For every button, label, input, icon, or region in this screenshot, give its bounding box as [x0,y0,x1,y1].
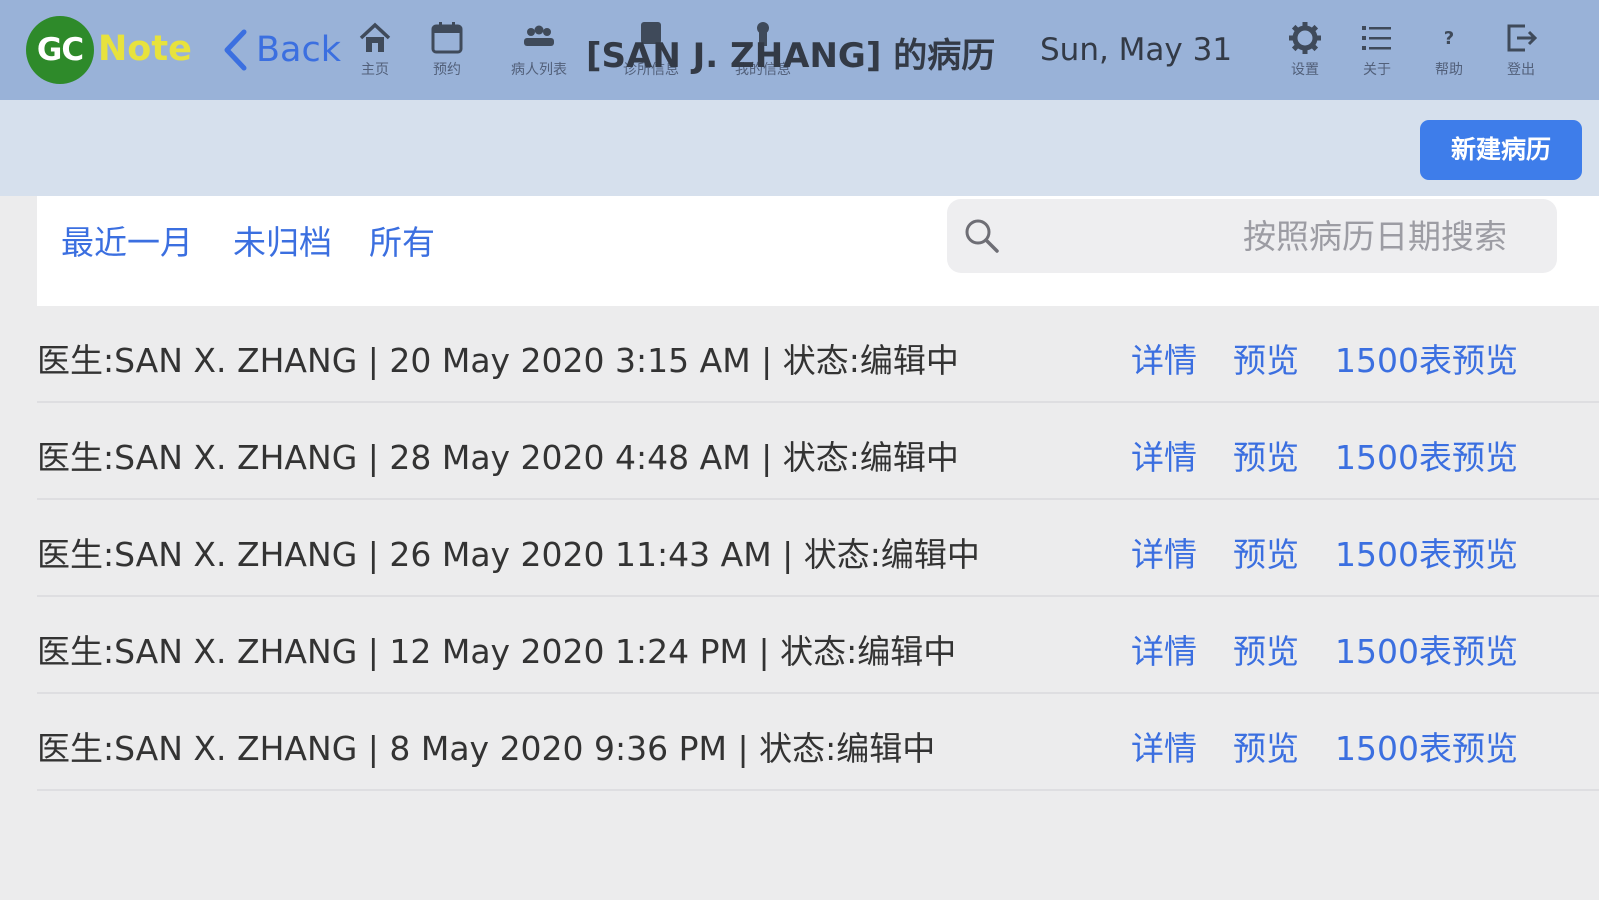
details-link[interactable]: 详情 [1131,431,1197,479]
form-1500-preview-link[interactable]: 1500表预览 [1335,334,1518,382]
help-icon: ? [1444,28,1454,49]
calendar-icon [431,22,463,54]
record-summary: 医生:SAN X. ZHANG | 20 May 2020 3:15 AM | … [37,341,959,380]
details-link[interactable]: 详情 [1131,625,1197,673]
record-row: 医生:SAN X. ZHANG | 26 May 2020 11:43 AM |… [37,500,1599,597]
record-summary: 医生:SAN X. ZHANG | 8 May 2020 9:36 PM | 状… [37,729,936,768]
nav-logout[interactable]: 登出 [1476,20,1566,86]
top-navbar: GC Note Back 主页 预约 病人列表 诊所信息 我的信息 [SAN J… [0,0,1599,100]
filter-unarchived[interactable]: 未归档 [233,216,332,264]
page-title: [SAN J. ZHANG] 的病历 [586,36,996,76]
home-icon [359,22,391,52]
action-bar: 新建病历 [0,100,1599,196]
filter-panel: 最近一月 未归档 所有 [37,196,1599,306]
details-link[interactable]: 详情 [1131,334,1197,382]
back-button[interactable]: Back [222,24,341,76]
preview-link[interactable]: 预览 [1233,625,1299,673]
record-summary: 医生:SAN X. ZHANG | 28 May 2020 4:48 AM | … [37,438,959,477]
search-icon [965,219,999,253]
nav-appointments[interactable]: 预约 [402,20,492,86]
filter-all[interactable]: 所有 [369,216,435,264]
gear-icon [1289,22,1321,54]
logo-text: Note [98,29,192,69]
chevron-left-icon [224,29,247,71]
form-1500-preview-link[interactable]: 1500表预览 [1335,722,1518,770]
record-row: 医生:SAN X. ZHANG | 20 May 2020 3:15 AM | … [37,306,1599,403]
record-row: 医生:SAN X. ZHANG | 8 May 2020 9:36 PM | 状… [37,694,1599,791]
record-row: 医生:SAN X. ZHANG | 28 May 2020 4:48 AM | … [37,403,1599,500]
details-link[interactable]: 详情 [1131,528,1197,576]
nav-appointments-label: 预约 [433,62,461,78]
patients-icon [524,25,554,46]
record-summary: 医生:SAN X. ZHANG | 26 May 2020 11:43 AM |… [37,535,980,574]
new-record-button[interactable]: 新建病历 [1420,120,1582,180]
back-label: Back [256,30,341,70]
form-1500-preview-link[interactable]: 1500表预览 [1335,625,1518,673]
preview-link[interactable]: 预览 [1233,528,1299,576]
app-logo: GC Note [26,16,201,86]
list-icon [1362,26,1391,50]
nav-logout-label: 登出 [1507,62,1535,78]
record-row: 医生:SAN X. ZHANG | 12 May 2020 1:24 PM | … [37,597,1599,694]
form-1500-preview-link[interactable]: 1500表预览 [1335,528,1518,576]
logout-icon [1507,24,1538,52]
nav-patients-label: 病人列表 [511,62,567,78]
svg-text:?: ? [1444,28,1454,49]
nav-patients[interactable]: 病人列表 [494,20,584,86]
records-list: 医生:SAN X. ZHANG | 20 May 2020 3:15 AM | … [0,306,1599,791]
search-box[interactable] [947,199,1557,273]
details-link[interactable]: 详情 [1131,722,1197,770]
filter-last-month[interactable]: 最近一月 [61,216,193,264]
logo-badge: GC [26,16,94,84]
preview-link[interactable]: 预览 [1233,334,1299,382]
current-date: Sun, May 31 [1040,32,1233,68]
preview-link[interactable]: 预览 [1233,722,1299,770]
record-summary: 医生:SAN X. ZHANG | 12 May 2020 1:24 PM | … [37,632,957,671]
preview-link[interactable]: 预览 [1233,431,1299,479]
form-1500-preview-link[interactable]: 1500表预览 [1335,431,1518,479]
search-input[interactable] [1017,207,1527,265]
